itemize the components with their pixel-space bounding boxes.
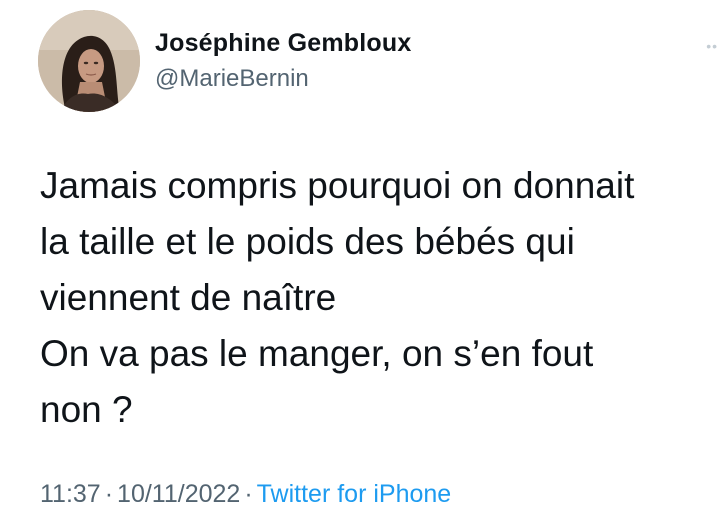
display-name[interactable]: Joséphine Gembloux xyxy=(155,28,411,58)
meta-separator: · xyxy=(104,480,114,508)
tweet-time[interactable]: 11:37 xyxy=(40,480,101,508)
tweet-date[interactable]: 10/11/2022 xyxy=(117,480,240,508)
tweet-text: Jamais compris pourquoi on donnait la ta… xyxy=(40,158,710,438)
avatar-photo xyxy=(38,10,140,112)
tweet-line: viennent de naître xyxy=(40,277,337,318)
meta-separator: · xyxy=(244,480,253,508)
tweet-card: Joséphine Gembloux @MarieBernin •• Jamai… xyxy=(0,0,720,529)
author-info: Joséphine Gembloux @MarieBernin xyxy=(155,28,411,94)
tweet-line: Jamais compris pourquoi on donnait xyxy=(40,165,635,206)
tweet-line: On va pas le manger, on s’en fout xyxy=(40,333,594,374)
tweet-line: non ? xyxy=(40,389,133,430)
tweet-meta: 11:37 · 10/11/2022 · Twitter for iPhone xyxy=(40,478,451,510)
more-dots-icon[interactable]: •• xyxy=(706,38,718,54)
tweet-source-link[interactable]: Twitter for iPhone xyxy=(257,480,452,508)
avatar[interactable] xyxy=(38,10,140,112)
tweet-line: la taille et le poids des bébés qui xyxy=(40,221,575,262)
user-handle[interactable]: @MarieBernin xyxy=(155,64,411,94)
